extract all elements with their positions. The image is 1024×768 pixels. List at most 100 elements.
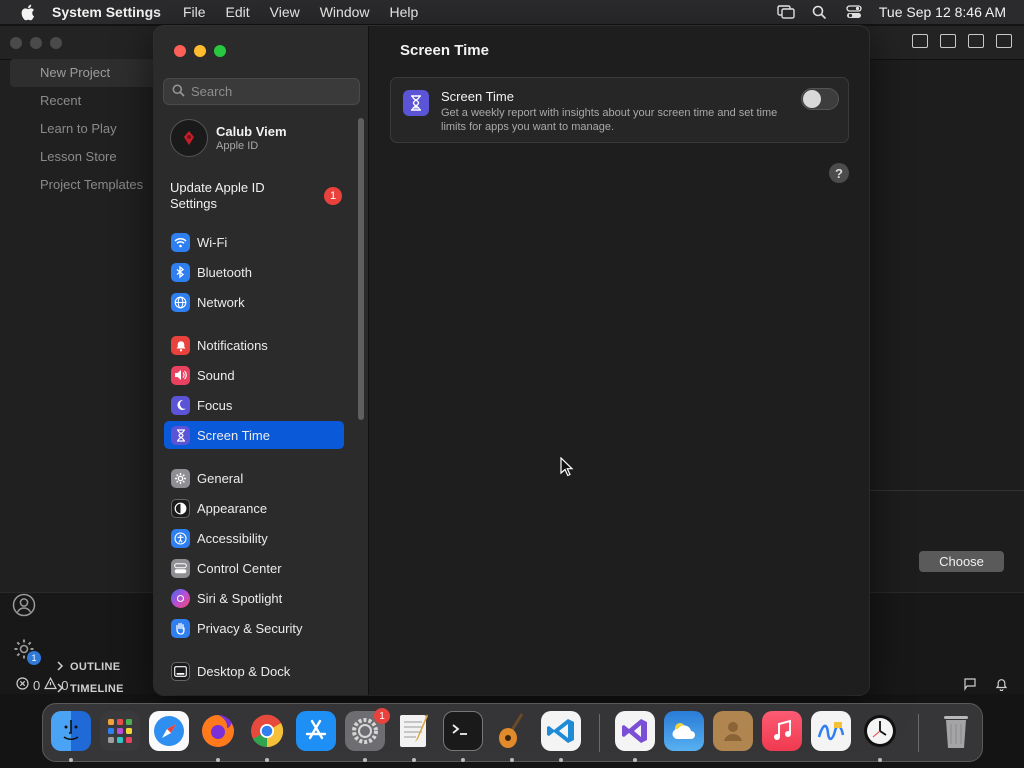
sidebar-item-notifications[interactable]: Notifications <box>164 331 344 359</box>
toggle-panel-icon[interactable] <box>940 34 956 48</box>
sidebar-item-label: Network <box>197 294 245 310</box>
sidebar-item-network[interactable]: Network <box>164 288 344 316</box>
apple-logo-icon[interactable] <box>18 3 36 21</box>
status-right-icons <box>963 677 1008 694</box>
garageband-icon[interactable] <box>492 711 532 751</box>
running-indicator <box>363 758 367 762</box>
sidebar-item-screen-time[interactable]: Screen Time <box>164 421 344 449</box>
page-title: Screen Time <box>400 42 489 59</box>
firefox-icon[interactable] <box>198 711 238 751</box>
vscode-icon[interactable] <box>541 711 581 751</box>
menu-view[interactable]: View <box>270 4 300 20</box>
dock: 1 <box>42 703 983 762</box>
weather-icon[interactable] <box>664 711 704 751</box>
running-indicator <box>69 758 73 762</box>
screen-time-toggle[interactable] <box>801 88 839 110</box>
screen-time-card: Screen Time Get a weekly report with ins… <box>390 77 849 143</box>
customize-layout-icon[interactable] <box>996 34 1012 48</box>
sidebar-item-general[interactable]: General <box>164 464 344 492</box>
running-indicator <box>510 758 514 762</box>
search-field[interactable] <box>163 78 360 105</box>
toggle-secondary-sidebar-icon[interactable] <box>968 34 984 48</box>
sidebar-scrollbar[interactable] <box>358 118 364 420</box>
card-title: Screen Time <box>441 89 514 104</box>
globe-icon <box>171 292 190 312</box>
problems-status[interactable]: 0 0 <box>16 676 69 693</box>
warning-count: 0 <box>61 677 69 693</box>
error-count: 0 <box>33 677 41 693</box>
screen-mirroring-icon[interactable] <box>777 3 795 21</box>
running-indicator <box>633 758 637 762</box>
update-apple-id-label: Update Apple ID Settings <box>170 180 265 211</box>
background-project-nav: New Project Recent Learn to Play Lesson … <box>10 59 160 199</box>
control-center-icon[interactable] <box>845 3 863 21</box>
app-store-icon[interactable] <box>296 711 336 751</box>
account-icon[interactable] <box>12 593 36 617</box>
minimize-window-button[interactable] <box>194 45 206 57</box>
sidebar-item-control-center[interactable]: Control Center <box>164 554 344 582</box>
spotlight-search-icon[interactable] <box>811 3 829 21</box>
freeform-icon[interactable] <box>811 711 851 751</box>
running-indicator <box>216 758 220 762</box>
sidebar-item-label: Accessibility <box>197 530 268 546</box>
outline-section[interactable]: OUTLINE <box>56 657 120 677</box>
account-subtitle: Apple ID <box>216 140 259 152</box>
notifications-bell-icon[interactable] <box>995 677 1008 694</box>
launchpad-icon[interactable] <box>100 711 140 751</box>
error-icon <box>16 677 29 693</box>
background-window-controls <box>10 37 62 49</box>
sidebar-item-bluetooth[interactable]: Bluetooth <box>164 258 344 286</box>
menu-file[interactable]: File <box>183 4 206 20</box>
sidebar-item-label: Sound <box>197 367 235 383</box>
safari-icon[interactable] <box>149 711 189 751</box>
contacts-icon[interactable] <box>713 711 753 751</box>
close-window-button[interactable] <box>174 45 186 57</box>
zoom-window-button[interactable] <box>214 45 226 57</box>
update-apple-id-settings[interactable]: Update Apple ID Settings 1 <box>170 178 342 214</box>
clock-icon[interactable] <box>860 711 900 751</box>
app-name-menu[interactable]: System Settings <box>52 4 161 20</box>
menu-window[interactable]: Window <box>320 4 370 20</box>
system-settings-badge: 1 <box>374 708 390 724</box>
sidebar-item-desktop-dock[interactable]: Desktop & Dock <box>164 657 344 685</box>
system-settings-window: Calub Viem Apple ID Update Apple ID Sett… <box>154 26 869 695</box>
menu-help[interactable]: Help <box>390 4 419 20</box>
sidebar-item-siri-spotlight[interactable]: Siri & Spotlight <box>164 584 344 612</box>
sidebar-item-sound[interactable]: Sound <box>164 361 344 389</box>
nav-new-project[interactable]: New Project <box>10 59 160 87</box>
nav-recent[interactable]: Recent <box>10 87 160 115</box>
search-input[interactable] <box>191 84 351 99</box>
trash-icon[interactable] <box>936 711 976 751</box>
help-button[interactable]: ? <box>829 163 849 183</box>
running-indicator <box>878 758 882 762</box>
sidebar-item-label: Bluetooth <box>197 264 252 280</box>
bell-icon <box>171 335 190 355</box>
nav-project-templates[interactable]: Project Templates <box>10 171 160 199</box>
choose-button[interactable]: Choose <box>919 551 1004 572</box>
nav-lesson-store[interactable]: Lesson Store <box>10 143 160 171</box>
sidebar-item-privacy-security[interactable]: Privacy & Security <box>164 614 344 642</box>
background-divider <box>868 490 1024 491</box>
sidebar-item-focus[interactable]: Focus <box>164 391 344 419</box>
sidebar-item-label: Focus <box>197 397 233 413</box>
textedit-icon[interactable] <box>394 711 434 751</box>
hourglass-icon <box>171 425 190 445</box>
sidebar-item-label: Notifications <box>197 337 268 353</box>
feedback-icon[interactable] <box>963 677 977 694</box>
sidebar-item-wifi[interactable]: Wi-Fi <box>164 228 344 256</box>
menu-clock[interactable]: Tue Sep 12 8:46 AM <box>879 4 1006 20</box>
nav-learn-to-play[interactable]: Learn to Play <box>10 115 160 143</box>
sidebar-item-accessibility[interactable]: Accessibility <box>164 524 344 552</box>
sidebar-item-appearance[interactable]: Appearance <box>164 494 344 522</box>
apple-id-account[interactable]: Calub Viem Apple ID <box>170 118 350 158</box>
toggle-primary-sidebar-icon[interactable] <box>912 34 928 48</box>
running-indicator <box>412 758 416 762</box>
chrome-icon[interactable] <box>247 711 287 751</box>
sidebar-item-label: Screen Time <box>197 427 270 443</box>
music-icon[interactable] <box>762 711 802 751</box>
terminal-icon[interactable] <box>443 711 483 751</box>
finder-icon[interactable] <box>51 711 91 751</box>
update-badge: 1 <box>324 187 342 205</box>
visual-studio-icon[interactable] <box>615 711 655 751</box>
menu-edit[interactable]: Edit <box>226 4 250 20</box>
